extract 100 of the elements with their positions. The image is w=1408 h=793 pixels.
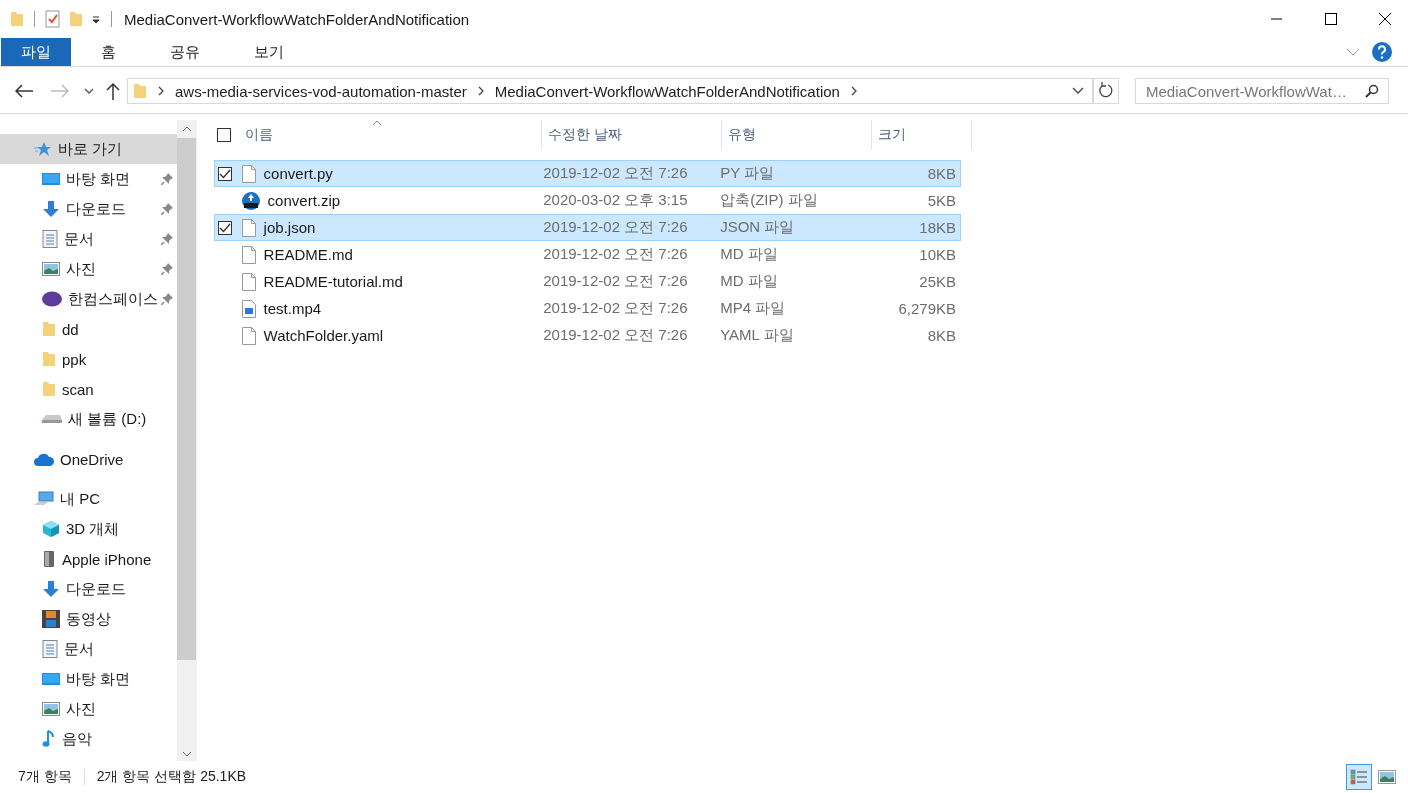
- folder-icon: [42, 321, 56, 337]
- landscape-picture-icon: [42, 262, 60, 276]
- chevron-right-icon[interactable]: [849, 85, 858, 97]
- column-header[interactable]: 이름: [239, 120, 542, 150]
- nav-item[interactable]: 음악: [0, 724, 177, 754]
- nav-item[interactable]: 사진: [0, 254, 177, 284]
- drive-icon: [42, 414, 62, 424]
- file-row[interactable]: test.mp4 2019-12-02 오전 7:26 MP4 파일 6,279KB: [214, 295, 961, 322]
- ribbon-tab[interactable]: 보기: [230, 38, 308, 66]
- nav-label: 바탕 화면: [66, 169, 131, 189]
- monitor-icon: [42, 172, 60, 186]
- nav-label: 사진: [66, 259, 96, 279]
- date-cell-text: 2019-12-02 오전 7:26: [542, 218, 689, 237]
- nav-label: 사진: [66, 699, 96, 719]
- nav-label: 문서: [64, 229, 94, 249]
- column-header[interactable]: 유형: [722, 120, 872, 150]
- nav-label: 다운로드: [66, 579, 126, 599]
- nav-item[interactable]: 사진: [0, 694, 177, 724]
- nav-item[interactable]: 문서: [0, 634, 177, 664]
- column-header[interactable]: 크기: [872, 120, 972, 150]
- file-name: convert.py: [263, 165, 333, 182]
- chevron-right-icon[interactable]: [476, 85, 485, 97]
- scroll-up-icon[interactable]: [181, 126, 192, 132]
- back-arrow-icon[interactable]: [14, 84, 34, 98]
- scroll-down-icon[interactable]: [181, 751, 192, 757]
- nav-label: ppk: [62, 350, 87, 368]
- breadcrumb[interactable]: aws-media-services-vod-automation-master: [175, 82, 467, 100]
- chevron-down-icon[interactable]: [84, 88, 94, 94]
- date-cell-text: 2019-12-02 오전 7:26: [542, 272, 689, 291]
- down-arrow-icon: [42, 201, 60, 217]
- file-row[interactable]: convert.zip 2020-03-02 오후 3:15 압축(ZIP) 파일 5KB: [214, 187, 961, 214]
- search-field[interactable]: MediaConvert-WorkflowWat…: [1135, 78, 1389, 104]
- nav-item[interactable]: 동영상: [0, 604, 177, 634]
- nav-item[interactable]: dd: [0, 314, 177, 344]
- view-button[interactable]: [1346, 764, 1372, 790]
- landscape-picture-icon: [1378, 770, 1396, 784]
- date-cell-text: 2020-03-02 오후 3:15: [542, 191, 689, 210]
- date-cell-text: 2019-12-02 오전 7:26: [542, 164, 689, 183]
- file-row[interactable]: WatchFolder.yaml 2019-12-02 오전 7:26 YAML 파일 8KB: [214, 322, 961, 349]
- nav-label: 문서: [64, 639, 94, 659]
- help-icon[interactable]: [1372, 42, 1392, 62]
- breadcrumb[interactable]: MediaConvert-WorkflowWatchFolderAndNotification: [494, 82, 840, 100]
- up-arrow-icon[interactable]: [106, 82, 120, 100]
- file-row[interactable]: README.md 2019-12-02 오전 7:26 MD 파일 10KB: [214, 241, 961, 268]
- nav-item[interactable]: 다운로드: [0, 574, 177, 604]
- blank-file-icon: [241, 272, 256, 291]
- size-cell-text: 10KB: [918, 246, 957, 263]
- nav-label: dd: [62, 320, 79, 338]
- ribbon-tab[interactable]: 파일: [1, 38, 71, 66]
- nav-item[interactable]: Apple iPhone: [0, 544, 177, 574]
- nav-item[interactable]: OneDrive: [0, 444, 177, 474]
- nav-label: 3D 개체: [66, 519, 120, 539]
- size-cell-text: 8KB: [926, 165, 957, 182]
- document-icon: [42, 230, 58, 248]
- scrollbar-thumb[interactable]: [177, 138, 196, 660]
- type-cell-text: JSON 파일: [719, 218, 796, 237]
- properties-icon[interactable]: [45, 10, 61, 28]
- size-cell-text: 25KB: [918, 273, 957, 290]
- column-header[interactable]: 수정한 날짜: [542, 120, 722, 150]
- nav-item[interactable]: 문서: [0, 224, 177, 254]
- nav-item[interactable]: ppk: [0, 344, 177, 374]
- star-icon: [34, 141, 52, 157]
- nav-item[interactable]: 다운로드: [0, 194, 177, 224]
- blank-file-icon: [241, 245, 256, 264]
- folder-icon: [42, 351, 56, 367]
- down-arrow-icon: [42, 581, 60, 597]
- checkbox[interactable]: [217, 128, 231, 142]
- item-count: 7개 항목: [18, 768, 72, 786]
- nav-item[interactable]: 바로 가기: [0, 134, 177, 164]
- checkbox[interactable]: [218, 166, 232, 181]
- search-icon[interactable]: [1365, 84, 1379, 98]
- type-cell-text: MD 파일: [719, 245, 779, 264]
- file-name: job.json: [263, 219, 316, 236]
- nav-item[interactable]: 3D 개체: [0, 514, 177, 544]
- refresh-icon[interactable]: [1093, 78, 1119, 104]
- file-row[interactable]: README-tutorial.md 2019-12-02 오전 7:26 MD 파일 25KB: [214, 268, 961, 295]
- dropdown-icon[interactable]: [91, 14, 101, 24]
- address-bar[interactable]: aws-media-services-vod-automation-master MediaConvert-WorkflowWatchFolderAndNotification: [127, 78, 1093, 104]
- type-cell-text: YAML 파일: [719, 326, 795, 345]
- nav-item[interactable]: 내 PC: [0, 484, 177, 514]
- landscape-picture-icon: [42, 702, 60, 716]
- nav-item[interactable]: 새 볼륨 (D:): [0, 404, 177, 434]
- file-row[interactable]: job.json 2019-12-02 오전 7:26 JSON 파일 18KB: [214, 214, 961, 241]
- checkbox[interactable]: [218, 220, 232, 235]
- nav-item[interactable]: 바탕 화면: [0, 664, 177, 694]
- nav-item[interactable]: 한컴스페이스: [0, 284, 177, 314]
- file-row[interactable]: convert.py 2019-12-02 오전 7:26 PY 파일 8KB: [214, 160, 961, 187]
- nav-label: 바탕 화면: [66, 669, 131, 689]
- size-cell-text: 18KB: [918, 219, 957, 236]
- ribbon-tab[interactable]: 홈: [77, 38, 140, 66]
- nav-item[interactable]: scan: [0, 374, 177, 404]
- type-cell-text: 압축(ZIP) 파일: [719, 191, 819, 210]
- size-cell-text: 6,279KB: [897, 300, 957, 317]
- chevron-down-icon[interactable]: [1072, 87, 1084, 95]
- scrollbar[interactable]: [177, 120, 196, 761]
- type-cell-text: PY 파일: [719, 164, 776, 183]
- nav-item[interactable]: 바탕 화면: [0, 164, 177, 194]
- ribbon-tab[interactable]: 공유: [146, 38, 224, 66]
- blank-file-icon: [241, 218, 256, 237]
- chevron-right-icon[interactable]: [157, 85, 165, 97]
